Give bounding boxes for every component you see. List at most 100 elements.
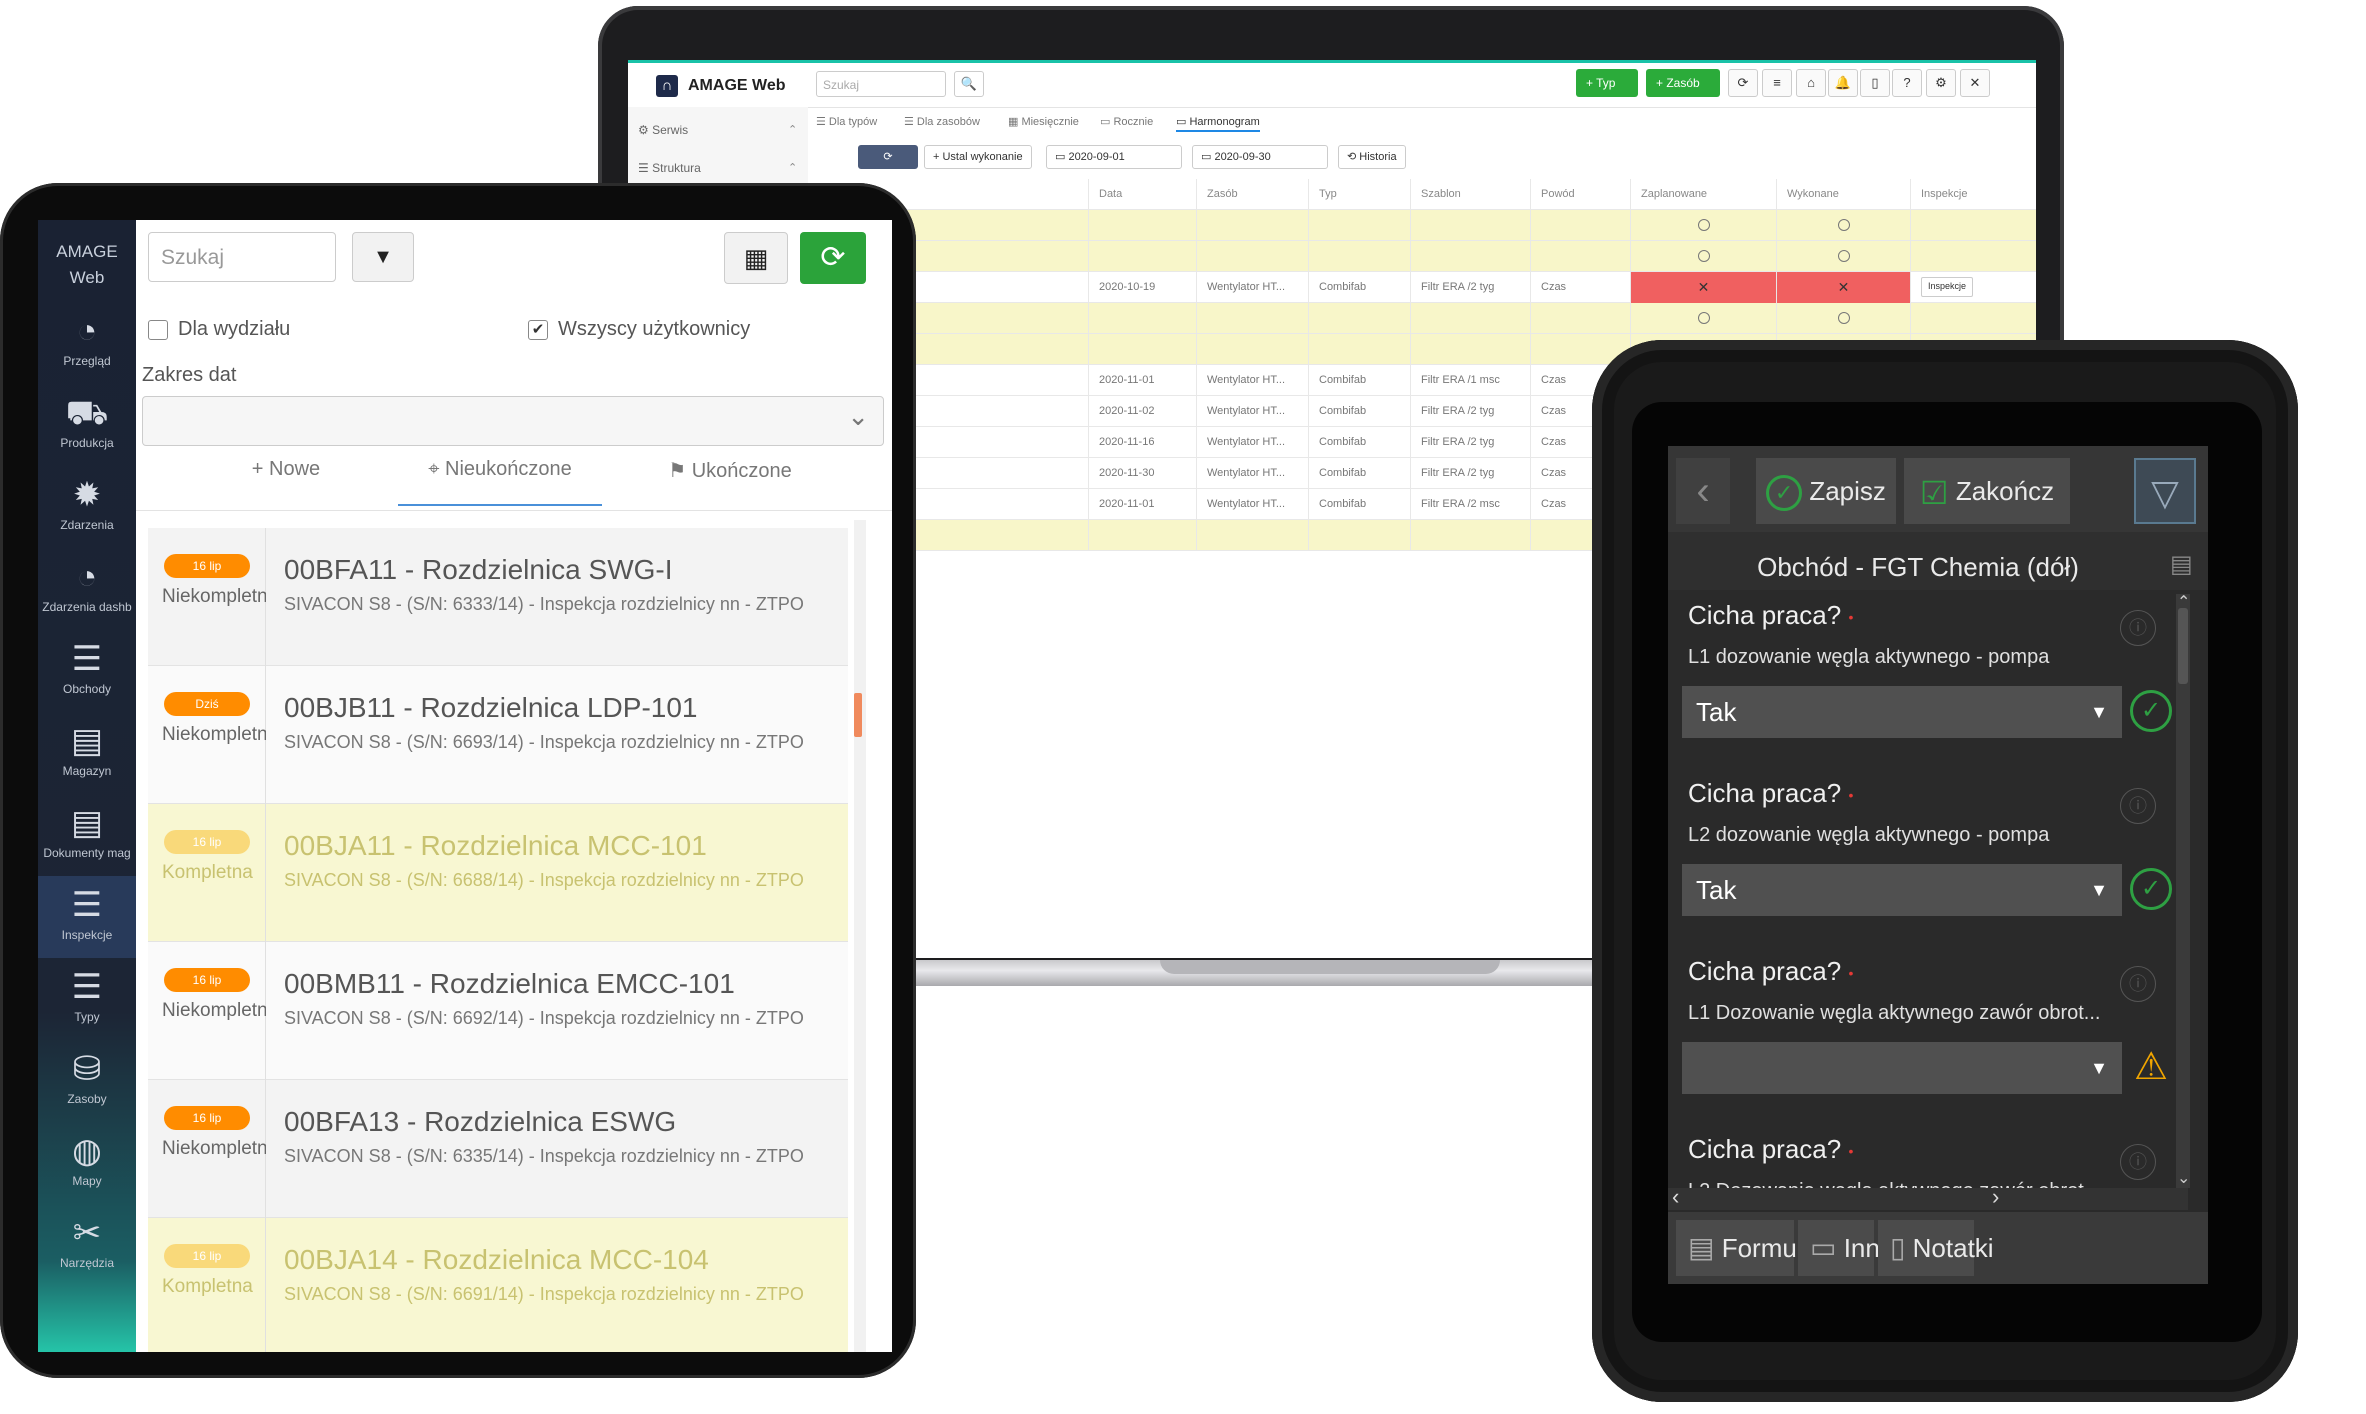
tab-notatki[interactable]: ▯ Notatki	[1878, 1220, 1994, 1276]
answer-select[interactable]: Tak ▼	[1682, 686, 2122, 738]
vertical-scrollbar-thumb[interactable]	[2178, 608, 2188, 684]
sidebar-item-inspekcje[interactable]: ☰ Inspekcje	[38, 876, 136, 958]
tab-nowe[interactable]: + Nowe	[216, 458, 356, 504]
bell-icon[interactable]: 🔔	[1828, 69, 1858, 97]
inspections-button[interactable]: Inspekcje	[1921, 277, 1974, 298]
date-range-select[interactable]: ⌄	[142, 396, 884, 446]
date-range-label: Zakres dat	[142, 364, 237, 386]
search-input[interactable]: Szukaj	[148, 232, 336, 282]
cell-template: Filtr ERA /2 tyg	[1410, 396, 1530, 427]
cell-template: Filtr ERA /2 tyg	[1410, 427, 1530, 458]
status-text: Kompletna	[162, 1276, 253, 1297]
filter-icon[interactable]: ▼	[352, 232, 414, 282]
cell-template	[1410, 334, 1530, 365]
list-item[interactable]: 16 lip Kompletna 00BJA14 - Rozdzielnica MC…	[148, 1218, 848, 1352]
list-item[interactable]: Dziś Niekompletna 00BJB11 - Rozdzielnica L…	[148, 666, 848, 804]
qr-code-icon[interactable]: ▦	[724, 232, 788, 284]
add-type-button[interactable]: + Typ	[1576, 69, 1638, 97]
table-row[interactable]: 2020-10-19 Wentylator HT... Combifab Filtr …	[808, 272, 2036, 303]
department-checkbox[interactable]	[148, 320, 168, 340]
save-button[interactable]: ✓ Zapisz	[1756, 458, 1896, 524]
home-icon[interactable]: ⌂	[1796, 69, 1826, 97]
table-row[interactable]: ...niec miesiąca	[808, 303, 2036, 334]
sidebar-item-zdarzenia[interactable]: ✹ Zdarzenia	[38, 466, 136, 548]
sidebar-item-magazyn[interactable]: ▤ Magazyn	[38, 712, 136, 794]
chevron-up-icon[interactable]: ⌃	[788, 161, 797, 174]
list-item[interactable]: 16 lip Kompletna 00BJA11 - Rozdzielnica MC…	[148, 804, 848, 942]
cell-reason	[1530, 303, 1630, 334]
back-icon[interactable]: ‹	[1676, 458, 1730, 524]
tab-harmonogram[interactable]: ▭ Harmonogram	[1176, 115, 1260, 132]
gear-icon[interactable]: ⚙	[1926, 69, 1956, 97]
info-icon[interactable]: ⓘ	[2120, 788, 2156, 824]
sidebar-item-dokumenty-mag[interactable]: ▤ Dokumenty mag	[38, 794, 136, 876]
sidebar-item-mapy[interactable]: ◍ Mapy	[38, 1122, 136, 1204]
sidebar-item-zasoby[interactable]: ⛁ Zasoby	[38, 1040, 136, 1122]
list-scrollbar[interactable]	[854, 520, 866, 1352]
close-icon[interactable]: ✕	[1960, 69, 1990, 97]
gear-icon: ⚙	[638, 123, 649, 137]
column-header: Powód	[1530, 179, 1630, 210]
question-text: Cicha praca?	[1688, 600, 1842, 630]
chevron-up-icon[interactable]: ⌃	[788, 123, 797, 136]
refresh-icon[interactable]: ⟳	[858, 145, 918, 169]
sidebar-item-produkcja[interactable]: ⛟ Produkcja	[38, 384, 136, 466]
answer-select[interactable]: ▼	[1682, 1042, 2122, 1094]
info-icon[interactable]: ⓘ	[2120, 610, 2156, 646]
tab-formularz[interactable]: ▤ Formularz	[1676, 1220, 1839, 1276]
scroll-down-icon[interactable]: ⌄	[2177, 1168, 2190, 1188]
cell-template: Filtr ERA /2 tyg	[1410, 458, 1530, 489]
status-text: Niekompletna	[162, 1138, 266, 1159]
filter-icon[interactable]: ▽	[2134, 458, 2196, 524]
menu-icon[interactable]: ≡	[1762, 69, 1792, 97]
sidebar-item-obchody[interactable]: ☰ Obchody	[38, 630, 136, 712]
przeglad-icon: ◔	[76, 312, 98, 350]
sidebar-item-label: Obchody	[62, 682, 112, 696]
finish-button[interactable]: ☑ Zakończ	[1904, 458, 2070, 524]
scroll-left-icon[interactable]: ‹	[1672, 1184, 1679, 1210]
warning-icon: ⚠	[2133, 1046, 2169, 1088]
history-button[interactable]: ⟲ Historia	[1338, 145, 1406, 169]
search-input[interactable]: Szukaj	[816, 71, 946, 97]
help-icon[interactable]: ?	[1892, 69, 1922, 97]
sidebar-item-typy[interactable]: ☰ Typy	[38, 958, 136, 1040]
status-text: Kompletna	[162, 862, 253, 883]
table-row[interactable]: ...n tydzień	[808, 210, 2036, 241]
info-icon[interactable]: ⓘ	[2120, 966, 2156, 1002]
date-from-input[interactable]: ▭ 2020-09-01	[1046, 145, 1182, 169]
tab-nieukonczone[interactable]: ⌖ Nieukończone	[398, 458, 602, 506]
list-item[interactable]: 16 lip Niekompletna 00BMB11 - Rozdzielnica…	[148, 942, 848, 1080]
scroll-up-icon[interactable]: ⌃	[2177, 592, 2190, 612]
cell-resource	[1196, 210, 1308, 241]
search-icon[interactable]: 🔍	[954, 71, 984, 97]
tab-miesiecznie[interactable]: ▦ Miesięcznie	[1008, 115, 1079, 128]
list-scrollbar-thumb[interactable]	[854, 693, 862, 737]
list-item[interactable]: 16 lip Niekompletna 00BFA13 - Rozdzielnica…	[148, 1080, 848, 1218]
set-execution-button[interactable]: + Ustal wykonanie	[924, 145, 1032, 169]
date-to-input[interactable]: ▭ 2020-09-30	[1192, 145, 1328, 169]
tab-inne[interactable]: ▭ Inne	[1798, 1220, 1894, 1276]
all-users-checkbox[interactable]: ✔	[528, 320, 548, 340]
add-resource-button[interactable]: + Zasób	[1646, 69, 1720, 97]
status-text: Niekompletna	[162, 724, 266, 745]
answer-select[interactable]: Tak ▼	[1682, 864, 2122, 916]
refresh-icon[interactable]: ⟳	[1728, 69, 1758, 97]
table-row[interactable]: ...stępny tydzień	[808, 241, 2036, 272]
sidebar-item-serwis[interactable]: ⚙ Serwis	[638, 123, 688, 137]
list-item[interactable]: 16 lip Niekompletna 00BFA11 - Rozdzielnica…	[148, 528, 848, 666]
sidebar-item-struktura[interactable]: ☰ Struktura	[638, 161, 701, 175]
refresh-icon[interactable]: ⟳	[800, 232, 866, 284]
sidebar-item-narzedzia[interactable]: ✂ Narzędzia	[38, 1204, 136, 1286]
clipboard-icon[interactable]: ▤	[2170, 550, 2193, 579]
cell-type: Combifab	[1308, 427, 1410, 458]
info-icon[interactable]: ⓘ	[2120, 1144, 2156, 1180]
tab-ukonczone[interactable]: ⚑ Ukończone	[636, 458, 824, 504]
tab-rocznie[interactable]: ▭ Rocznie	[1100, 115, 1153, 128]
sidebar-item-przeglad[interactable]: ◔ Przegląd	[38, 302, 136, 384]
tab-dla-zasobow[interactable]: ☰ Dla zasobów	[904, 115, 980, 128]
horizontal-scrollbar[interactable]	[1668, 1188, 2188, 1210]
sidebar-item-zdarzenia-dashb[interactable]: ◔ Zdarzenia dashb	[38, 548, 136, 630]
tab-dla-typow[interactable]: ☰ Dla typów	[816, 115, 877, 128]
device-icon[interactable]: ▯	[1860, 69, 1890, 97]
scroll-right-icon[interactable]: ›	[1992, 1184, 1999, 1210]
